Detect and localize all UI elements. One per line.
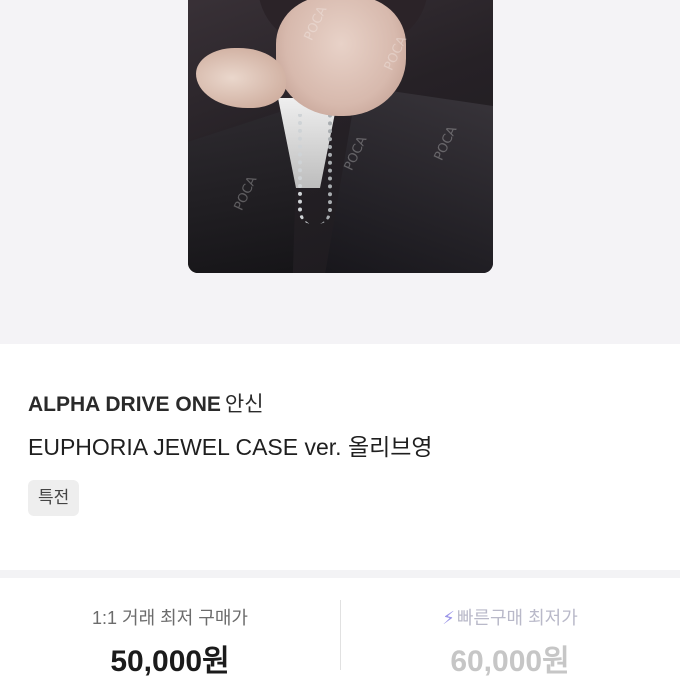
artist-label: ALPHA DRIVE ONE (28, 393, 221, 416)
artist-badge: 안신 (224, 393, 264, 416)
benefit-tag: 특전 (28, 480, 80, 516)
photo-hand (196, 48, 286, 108)
section-divider (0, 570, 680, 578)
direct-trade-value: 50,000원 (110, 645, 230, 678)
direct-trade-label: 1:1 거래 최저 구매가 (92, 608, 248, 628)
fast-buy-label: 빠른구매 최저가 (456, 608, 578, 628)
product-title: EUPHORIA JEWEL CASE ver. 올리브영 (28, 434, 433, 460)
product-info: ALPHA DRIVE ONE 안신 EUPHORIA JEWEL CASE ve… (0, 344, 680, 570)
price-summary: 1:1 거래 최저 구매가 50,000원 ⚡ 빠른구매 최저가 60,000원 (0, 578, 680, 680)
lightning-icon: ⚡ (442, 608, 455, 628)
photocard-image[interactable]: POCA POCA POCA POCA POCA (188, 0, 493, 273)
fast-buy-label-row: ⚡ 빠른구매 최저가 (340, 604, 680, 630)
fast-buy-price[interactable]: ⚡ 빠른구매 최저가 60,000원 (340, 578, 680, 680)
direct-trade-price[interactable]: 1:1 거래 최저 구매가 50,000원 (0, 578, 340, 680)
photo-chain (298, 114, 332, 224)
product-image-area: POCA POCA POCA POCA POCA (0, 0, 680, 344)
artist-name[interactable]: ALPHA DRIVE ONE 안신 (28, 388, 264, 418)
fast-buy-value: 60,000원 (450, 645, 570, 678)
